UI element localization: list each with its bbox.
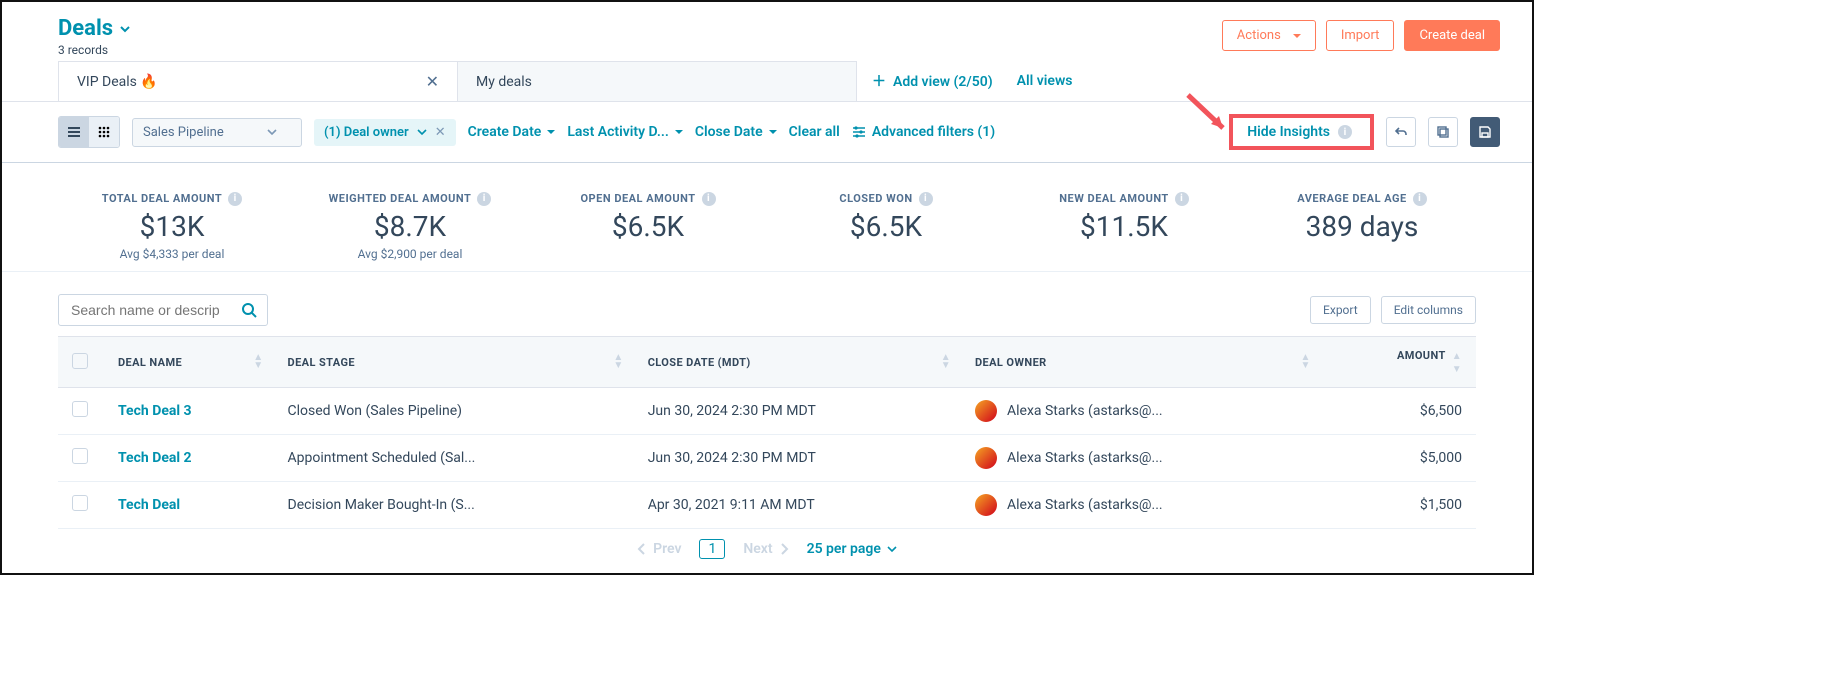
row-checkbox[interactable] xyxy=(72,401,88,417)
cell-close: Jun 30, 2024 2:30 PM MDT xyxy=(634,388,961,435)
cell-close: Jun 30, 2024 2:30 PM MDT xyxy=(634,435,961,482)
filter-create-date[interactable]: Create Date xyxy=(468,124,556,140)
chevron-down-icon xyxy=(267,127,277,137)
info-icon[interactable]: i xyxy=(919,192,933,206)
info-icon[interactable]: i xyxy=(1175,192,1189,206)
info-icon[interactable]: i xyxy=(1413,192,1427,206)
create-deal-button[interactable]: Create deal xyxy=(1404,20,1500,51)
col-deal-name[interactable]: DEAL NAME▲▼ xyxy=(104,337,274,388)
table-row[interactable]: Tech Deal 3 Closed Won (Sales Pipeline) … xyxy=(58,388,1476,435)
pipeline-select[interactable]: Sales Pipeline xyxy=(132,118,302,147)
advanced-filters[interactable]: Advanced filters (1) xyxy=(852,124,995,140)
filter-close-date[interactable]: Close Date xyxy=(695,124,777,140)
col-deal-stage[interactable]: DEAL STAGE▲▼ xyxy=(274,337,634,388)
list-view-icon[interactable] xyxy=(59,117,89,147)
export-button[interactable]: Export xyxy=(1310,296,1371,324)
col-deal-owner[interactable]: DEAL OWNER▲▼ xyxy=(961,337,1321,388)
insight-value: $11.5K xyxy=(1010,210,1238,243)
insight-value: $6.5K xyxy=(534,210,762,243)
insight-value: 389 days xyxy=(1248,210,1476,243)
cell-amount: $5,000 xyxy=(1321,435,1476,482)
undo-icon[interactable] xyxy=(1386,117,1416,147)
board-view-icon[interactable] xyxy=(89,117,119,147)
select-all-checkbox[interactable] xyxy=(72,353,88,369)
actions-button[interactable]: Actions xyxy=(1222,20,1316,51)
per-page-select[interactable]: 25 per page xyxy=(807,541,897,557)
import-button[interactable]: Import xyxy=(1326,20,1395,51)
table-row[interactable]: Tech Deal 2 Appointment Scheduled (Sal..… xyxy=(58,435,1476,482)
search-field[interactable] xyxy=(69,301,233,319)
tab-my-deals[interactable]: My deals xyxy=(457,61,857,101)
title-dropdown-icon[interactable] xyxy=(119,23,131,35)
cell-stage: Appointment Scheduled (Sal... xyxy=(274,435,634,482)
table-row[interactable]: Tech Deal Decision Maker Bought-In (S...… xyxy=(58,482,1476,529)
info-icon[interactable]: i xyxy=(228,192,242,206)
avatar xyxy=(975,447,997,469)
filter-last-activity[interactable]: Last Activity D... xyxy=(567,124,683,140)
remove-filter-icon[interactable]: ✕ xyxy=(435,125,446,140)
col-amount[interactable]: AMOUNT▲▼ xyxy=(1321,337,1476,388)
tab-vip-deals[interactable]: VIP Deals 🔥 ✕ xyxy=(58,61,458,101)
all-views-link[interactable]: All views xyxy=(1017,73,1073,89)
edit-columns-button[interactable]: Edit columns xyxy=(1381,296,1476,324)
row-checkbox[interactable] xyxy=(72,495,88,511)
cell-amount: $6,500 xyxy=(1321,388,1476,435)
insight-value: $13K xyxy=(58,210,286,243)
tab-label: My deals xyxy=(476,74,532,90)
search-input[interactable] xyxy=(58,294,268,326)
avatar xyxy=(975,494,997,516)
deal-link[interactable]: Tech Deal 3 xyxy=(118,403,192,419)
chevron-down-icon xyxy=(417,127,427,137)
page-current[interactable]: 1 xyxy=(699,539,725,559)
insights-panel: TOTAL DEAL AMOUNTi$13KAvg $4,333 per dea… xyxy=(2,163,1532,272)
next-page[interactable]: Next xyxy=(743,541,788,557)
cell-owner[interactable]: Alexa Starks (astarks@... xyxy=(975,494,1307,516)
add-view-button[interactable]: ＋ Add view (2/50) xyxy=(872,71,993,91)
cell-stage: Decision Maker Bought-In (S... xyxy=(274,482,634,529)
cell-stage: Closed Won (Sales Pipeline) xyxy=(274,388,634,435)
filter-chip-deal-owner[interactable]: (1) Deal owner ✕ xyxy=(314,119,456,146)
cell-owner[interactable]: Alexa Starks (astarks@... xyxy=(975,447,1307,469)
info-icon: i xyxy=(1338,125,1352,139)
info-icon[interactable]: i xyxy=(477,192,491,206)
info-icon[interactable]: i xyxy=(702,192,716,206)
save-view-icon[interactable] xyxy=(1470,117,1500,147)
search-icon xyxy=(241,302,257,318)
row-checkbox[interactable] xyxy=(72,448,88,464)
deals-table: DEAL NAME▲▼ DEAL STAGE▲▼ CLOSE DATE (MDT… xyxy=(58,336,1476,529)
cell-amount: $1,500 xyxy=(1321,482,1476,529)
deal-link[interactable]: Tech Deal 2 xyxy=(118,450,192,466)
cell-owner[interactable]: Alexa Starks (astarks@... xyxy=(975,400,1307,422)
annotation-arrow-icon xyxy=(1183,90,1233,140)
cell-close: Apr 30, 2021 9:11 AM MDT xyxy=(634,482,961,529)
pipeline-value: Sales Pipeline xyxy=(143,125,224,140)
clone-icon[interactable] xyxy=(1428,117,1458,147)
insight-value: $6.5K xyxy=(772,210,1000,243)
record-count: 3 records xyxy=(58,43,131,57)
hide-insights-button[interactable]: Hide Insights i xyxy=(1229,114,1374,150)
prev-page[interactable]: Prev xyxy=(637,541,681,557)
close-icon[interactable]: ✕ xyxy=(426,72,439,91)
insight-value: $8.7K xyxy=(296,210,524,243)
tab-label: VIP Deals 🔥 xyxy=(77,74,158,90)
avatar xyxy=(975,400,997,422)
page-title[interactable]: Deals xyxy=(58,16,113,41)
col-close-date[interactable]: CLOSE DATE (MDT)▲▼ xyxy=(634,337,961,388)
clear-all-filters[interactable]: Clear all xyxy=(789,124,840,140)
deal-link[interactable]: Tech Deal xyxy=(118,497,180,513)
